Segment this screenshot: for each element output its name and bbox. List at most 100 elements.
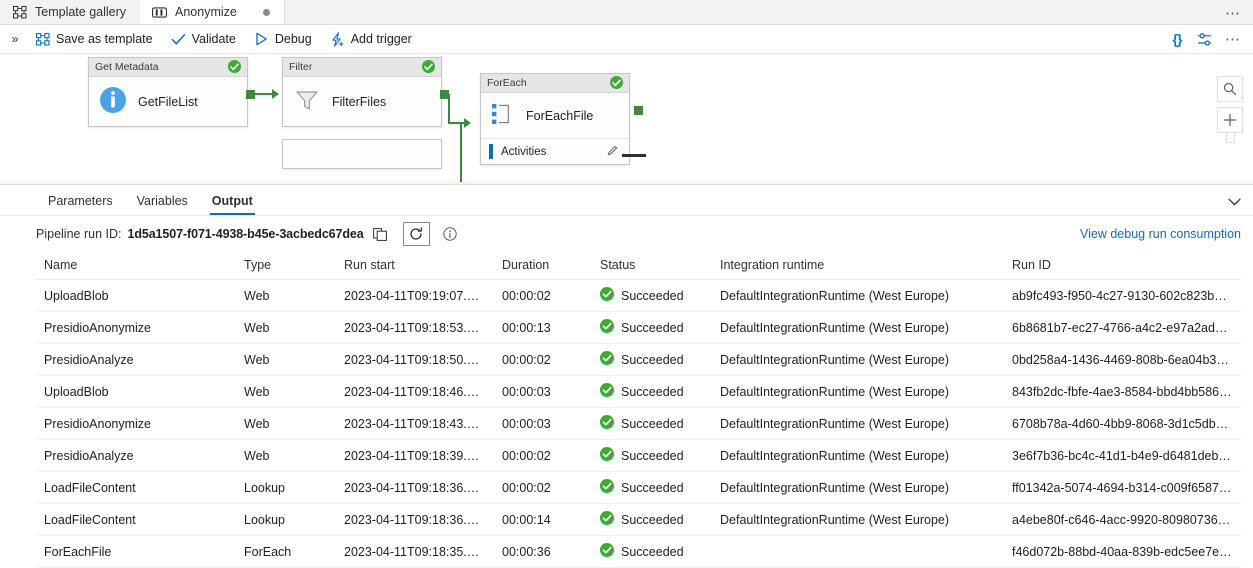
save-as-template-button[interactable]: Save as template	[26, 25, 162, 54]
debug-button[interactable]: Debug	[245, 25, 321, 54]
activity-node-partial[interactable]	[282, 139, 442, 169]
cell-duration: 00:00:02	[494, 471, 592, 504]
command-label: Debug	[274, 32, 312, 46]
status-badge: Succeeded	[621, 384, 684, 399]
cell-name[interactable]: UploadBlob	[36, 375, 236, 408]
tab-anonymize[interactable]: Anonymize	[140, 0, 284, 24]
cell-type: Web	[236, 407, 336, 440]
chevron-down-icon[interactable]	[1228, 197, 1241, 209]
tab-parameters[interactable]: Parameters	[36, 194, 125, 215]
cell-run-id: 3e6f7b36-bc4c-41d1-b4e9-d6481debb...	[1004, 439, 1241, 472]
properties-sliders-icon[interactable]	[1191, 26, 1219, 52]
table-row[interactable]: LoadFileContent Lookup 2023-04-11T09:18:36…	[36, 471, 1241, 504]
zoom-to-fit-icon[interactable]	[1217, 76, 1243, 102]
table-row[interactable]: LoadFileContent Lookup 2023-04-11T09:18:36…	[36, 503, 1241, 536]
cell-name[interactable]: PresidioAnonymize	[36, 407, 236, 440]
cell-run-start: 2023-04-11T09:18:39.3324899Z	[336, 439, 494, 472]
cell-run-id: 0bd258a4-1436-4469-808b-6ea04b344...	[1004, 343, 1241, 376]
tab-label: Anonymize	[175, 5, 237, 19]
activities-accent-bar	[489, 144, 493, 159]
cell-type: Web	[236, 343, 336, 376]
column-header-run-id[interactable]: Run ID	[1004, 252, 1241, 280]
cell-run-start: 2023-04-11T09:18:53.4340536Z	[336, 311, 494, 344]
table-row[interactable]: PresidioAnonymize Web 2023-04-11T09:18:43.…	[36, 407, 1241, 440]
cell-name[interactable]: PresidioAnalyze	[36, 343, 236, 376]
cell-run-start: 2023-04-11T09:19:07.0030352Z	[336, 279, 494, 312]
activity-node-filter[interactable]: Filter FilterFiles	[282, 57, 442, 127]
status-success-icon	[600, 479, 614, 496]
view-debug-run-consumption-link[interactable]: View debug run consumption	[1080, 227, 1241, 241]
edge-filter-branch	[460, 122, 462, 182]
cell-run-id: a4ebe80f-c646-4acc-9920-809807367b...	[1004, 503, 1241, 536]
edge-arrow	[464, 118, 471, 128]
node-output-port[interactable]	[634, 106, 643, 115]
foreach-activities-row[interactable]: Activities	[481, 138, 629, 164]
table-row[interactable]: PresidioAnalyze Web 2023-04-11T09:18:50.80…	[36, 343, 1241, 376]
cell-name[interactable]: PresidioAnalyze	[36, 439, 236, 472]
column-header-duration[interactable]: Duration	[494, 252, 592, 280]
column-header-run-start[interactable]: Run start	[336, 252, 494, 280]
more-options-icon[interactable]: ⋯	[1219, 26, 1247, 52]
command-label: Validate	[191, 32, 236, 46]
status-success-icon	[600, 383, 614, 400]
zoom-in-icon[interactable]	[1217, 107, 1243, 133]
column-header-status[interactable]: Status	[592, 252, 712, 280]
cell-status: Succeeded	[592, 343, 712, 376]
node-name-label: GetFileList	[138, 94, 198, 109]
pipeline-canvas[interactable]: Get Metadata GetFileList Filter FilterFi…	[0, 54, 1253, 185]
node-status-success-icon	[228, 60, 241, 74]
more-options-label: ⋯	[1225, 31, 1241, 48]
cell-name[interactable]: UploadBlob	[36, 279, 236, 312]
table-row[interactable]: UploadBlobWeb2023-04-11T09:19:07.0030352…	[36, 279, 1241, 312]
status-badge: Succeeded	[621, 288, 684, 303]
command-bar-right-group: {} ⋯	[1163, 26, 1253, 52]
panel-tab-label: Parameters	[48, 194, 113, 208]
table-row[interactable]: UploadBlobWeb2023-04-11T09:18:46.6854702…	[36, 375, 1241, 408]
activity-node-get-metadata[interactable]: Get Metadata GetFileList	[88, 57, 248, 127]
cell-status: Succeeded	[592, 535, 712, 568]
edge-filter-to-foreach-v	[448, 94, 450, 124]
table-row[interactable]: PresidioAnalyze Web 2023-04-11T09:18:39.33…	[36, 439, 1241, 472]
tab-template-gallery[interactable]: Template gallery	[0, 0, 141, 24]
cell-name[interactable]: ForEachFile	[36, 535, 236, 568]
cell-name[interactable]: LoadFileContent	[36, 503, 236, 536]
table-row[interactable]: ForEachFile ForEach 2023-04-11T09:18:35.96…	[36, 535, 1241, 568]
foreach-resize-handle[interactable]	[622, 154, 646, 157]
status-badge: Succeeded	[621, 416, 684, 431]
edge-get-metadata-to-filter	[252, 93, 274, 95]
foreach-icon	[491, 102, 515, 129]
output-panel-tabs: Parameters Variables Output	[0, 185, 1253, 216]
refresh-button[interactable]	[402, 222, 430, 246]
cell-duration: 00:00:03	[494, 407, 592, 440]
tab-strip-overflow-icon[interactable]: ⋯	[1219, 0, 1247, 25]
status-success-icon	[600, 543, 614, 560]
command-label: Save as template	[56, 32, 153, 46]
tab-output[interactable]: Output	[200, 194, 265, 215]
column-header-integration-runtime[interactable]: Integration runtime	[712, 252, 1004, 280]
status-badge: Succeeded	[621, 352, 684, 367]
cell-name[interactable]: LoadFileContent	[36, 471, 236, 504]
status-success-icon	[600, 415, 614, 432]
copy-icon[interactable]	[372, 227, 387, 241]
status-success-icon	[600, 287, 614, 304]
cell-status: Succeeded	[592, 503, 712, 536]
template-gallery-icon	[12, 5, 27, 19]
table-row[interactable]: PresidioAnonymize Web 2023-04-11T09:18:53.…	[36, 311, 1241, 344]
command-label: Add trigger	[350, 32, 412, 46]
tab-variables[interactable]: Variables	[125, 194, 200, 215]
column-header-name[interactable]: Name	[36, 252, 236, 280]
cell-run-id: 6708b78a-4d60-4bb9-8068-3d1c5dbcc...	[1004, 407, 1241, 440]
validate-button[interactable]: Validate	[162, 25, 245, 54]
node-header: Filter	[283, 58, 441, 77]
cell-integration-runtime: DefaultIntegrationRuntime (West Europe)	[712, 279, 1004, 312]
cell-name[interactable]: PresidioAnonymize	[36, 311, 236, 344]
activity-node-foreach[interactable]: ForEach ForEachFile Activities	[480, 73, 630, 165]
code-braces-icon[interactable]: {}	[1163, 26, 1191, 52]
cell-status: Succeeded	[592, 311, 712, 344]
pencil-edit-icon[interactable]	[607, 144, 619, 159]
expand-sidebar-icon[interactable]: »	[4, 32, 26, 46]
node-type-label: ForEach	[487, 77, 527, 89]
info-icon[interactable]	[442, 227, 457, 241]
column-header-type[interactable]: Type	[236, 252, 336, 280]
add-trigger-button[interactable]: Add trigger	[321, 25, 421, 54]
